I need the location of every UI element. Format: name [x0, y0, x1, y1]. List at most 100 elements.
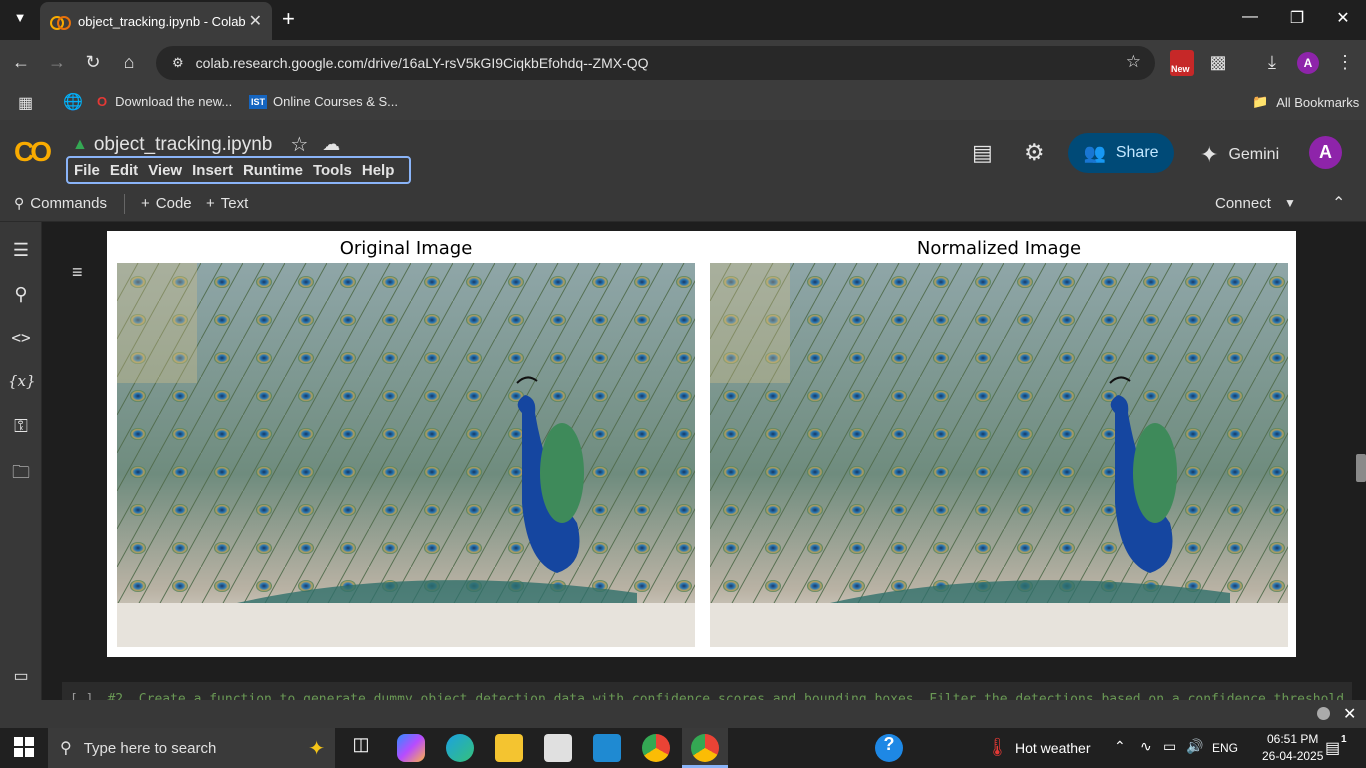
site-info-icon[interactable]: ⚙	[172, 55, 184, 71]
clock-date: 26-04-2025	[1262, 749, 1324, 763]
taskbar-search-box[interactable]: ⚲ Type here to search ✦	[48, 728, 335, 768]
terminal-icon[interactable]: ▭	[8, 666, 34, 686]
tab-search-chevron-icon[interactable]: ▼	[10, 10, 30, 30]
chrome-active-app[interactable]	[682, 728, 728, 768]
add-text-label: Text	[220, 195, 249, 212]
star-notebook-icon[interactable]: ☆	[290, 132, 308, 157]
tab-close-icon[interactable]: ✕	[249, 11, 262, 31]
copilot-icon[interactable]	[397, 734, 425, 762]
cell-run-bracket[interactable]: [ ]	[70, 692, 93, 700]
new-tab-plus-icon[interactable]: +	[282, 6, 295, 32]
reload-icon[interactable]: ↻	[82, 52, 104, 73]
cell-output-figure: Original Image Normalized Image	[107, 231, 1296, 657]
original-image-title: Original Image	[339, 238, 473, 259]
google-drive-icon: ▲	[72, 135, 88, 153]
download-icon[interactable]: ⤓	[1261, 52, 1283, 73]
bookmark-label: Download the new...	[115, 94, 233, 109]
help-icon[interactable]: ?	[875, 734, 903, 762]
windows-start-icon[interactable]	[14, 737, 34, 757]
system-clock[interactable]: 06:51 PM 26-04-2025	[1262, 731, 1323, 765]
files-folder-icon[interactable]: 🗀	[8, 460, 34, 490]
connect-button[interactable]: Connect	[1215, 195, 1271, 212]
back-arrow-icon[interactable]: ←	[10, 52, 32, 73]
cloud-saved-icon[interactable]: ☁	[322, 134, 340, 155]
settings-gear-icon[interactable]: ⚙	[1024, 139, 1045, 166]
variables-icon[interactable]: {x}	[8, 372, 36, 390]
bookmark-star-icon[interactable]: ☆	[1126, 52, 1141, 72]
weather-text[interactable]: Hot weather	[1015, 740, 1090, 756]
minimize-icon[interactable]: —	[1238, 8, 1262, 26]
bookmark-online-courses[interactable]: IST Online Courses & S...	[249, 94, 398, 109]
browser-tab-colab[interactable]: object_tracking.ipynb - Colab ✕	[40, 2, 272, 40]
notebook-title[interactable]: object_tracking.ipynb	[94, 134, 273, 156]
menu-edit[interactable]: Edit	[110, 162, 138, 179]
globe-icon[interactable]: 🌐	[63, 92, 83, 112]
chrome-menu-icon[interactable]: ⋮	[1334, 52, 1356, 73]
notification-center-icon[interactable]: ▤	[1325, 738, 1340, 758]
bookmarks-bar: ▦ 🌐 O Download the new... IST Online Cou…	[0, 86, 1366, 120]
menu-runtime[interactable]: Runtime	[243, 162, 303, 179]
show-hidden-icons-icon[interactable]: ⌃	[1114, 738, 1126, 755]
code-snippets-icon[interactable]: <>	[8, 328, 34, 347]
notebook-title-row: ▲ object_tracking.ipynb ☆ ☁	[72, 132, 340, 157]
bookmark-label: Online Courses & S...	[273, 94, 399, 109]
extension-icon-red[interactable]: New	[1170, 50, 1194, 76]
address-bar[interactable]: ⚙ colab.research.google.com/drive/16aLY-…	[156, 46, 1155, 80]
normalized-peacock-image	[710, 263, 1288, 647]
notebook-scrollbar-thumb[interactable]	[1356, 454, 1366, 482]
menu-tools[interactable]: Tools	[313, 162, 352, 179]
menu-help[interactable]: Help	[362, 162, 395, 179]
restore-icon[interactable]: ❐	[1285, 8, 1309, 28]
output-actions-icon[interactable]: ≡	[72, 262, 83, 283]
connect-label: Connect	[1215, 195, 1271, 212]
wifi-icon[interactable]: ∿	[1140, 738, 1152, 755]
file-explorer-icon[interactable]	[495, 734, 523, 762]
chrome-profile-avatar[interactable]: A	[1297, 52, 1319, 74]
cell-code-comment: #2. Create a function to generate dummy …	[107, 692, 1352, 700]
bookmark-opera[interactable]: O Download the new...	[97, 94, 232, 109]
collapse-header-icon[interactable]: ⌃	[1332, 193, 1345, 213]
table-of-contents-icon[interactable]: ☰	[8, 240, 34, 261]
colab-logo[interactable]: CO	[14, 136, 52, 168]
battery-icon[interactable]: ▭	[1163, 738, 1176, 755]
find-replace-icon[interactable]: ⚲	[8, 284, 34, 305]
menu-file[interactable]: File	[74, 162, 100, 179]
clock-time: 06:51 PM	[1267, 732, 1319, 746]
task-view-icon[interactable]: ◫	[347, 734, 375, 762]
all-bookmarks[interactable]: 📁 All Bookmarks	[1252, 94, 1359, 110]
chrome-icon[interactable]	[642, 734, 670, 762]
home-icon[interactable]: ⌂	[118, 52, 140, 73]
volume-icon[interactable]: 🔊	[1186, 738, 1203, 755]
add-code-button[interactable]: + Code	[141, 195, 192, 212]
vscode-icon[interactable]	[593, 734, 621, 762]
search-highlight-icon: ✦	[308, 738, 325, 760]
menu-view[interactable]: View	[148, 162, 182, 179]
browser-navigation-bar: ← → ↻ ⌂ ⚙ colab.research.google.com/driv…	[0, 40, 1366, 86]
window-close-icon[interactable]: ✕	[1331, 8, 1355, 28]
search-icon: ⚲	[60, 740, 72, 757]
commands-button[interactable]: ⚲ Commands	[14, 195, 107, 212]
search-placeholder: Type here to search	[83, 739, 217, 757]
menu-insert[interactable]: Insert	[192, 162, 233, 179]
share-button[interactable]: 👥 Share	[1068, 133, 1174, 173]
add-text-button[interactable]: + Text	[206, 195, 248, 212]
next-code-cell[interactable]: [ ] #2. Create a function to generate dum…	[62, 682, 1352, 700]
secrets-key-icon[interactable]: ⚿	[8, 416, 34, 437]
apps-grid-icon[interactable]: ▦	[18, 93, 33, 113]
mail-icon[interactable]	[544, 734, 572, 762]
status-close-icon[interactable]: ✕	[1343, 704, 1356, 724]
notebook-main: ≡ Original Image Normalized Image [] #2…	[42, 222, 1366, 700]
browser-tab-strip: ▼ object_tracking.ipynb - Colab ✕ + — ❐ …	[0, 0, 1366, 40]
edge-icon[interactable]	[446, 734, 474, 762]
extensions-puzzle-icon[interactable]: ▩	[1207, 52, 1229, 73]
toolbar-divider	[124, 194, 125, 214]
comments-icon[interactable]: ▤	[972, 140, 993, 166]
normalized-image-title: Normalized Image	[916, 238, 1082, 259]
gemini-button[interactable]: ✦ Gemini	[1200, 142, 1279, 168]
forward-arrow-icon[interactable]: →	[46, 52, 68, 73]
language-indicator[interactable]: ENG	[1212, 741, 1238, 755]
colab-favicon-icon	[50, 16, 71, 30]
connect-dropdown-icon[interactable]: ▼	[1284, 196, 1296, 210]
user-avatar[interactable]: A	[1309, 136, 1342, 169]
original-peacock-image	[117, 263, 695, 647]
